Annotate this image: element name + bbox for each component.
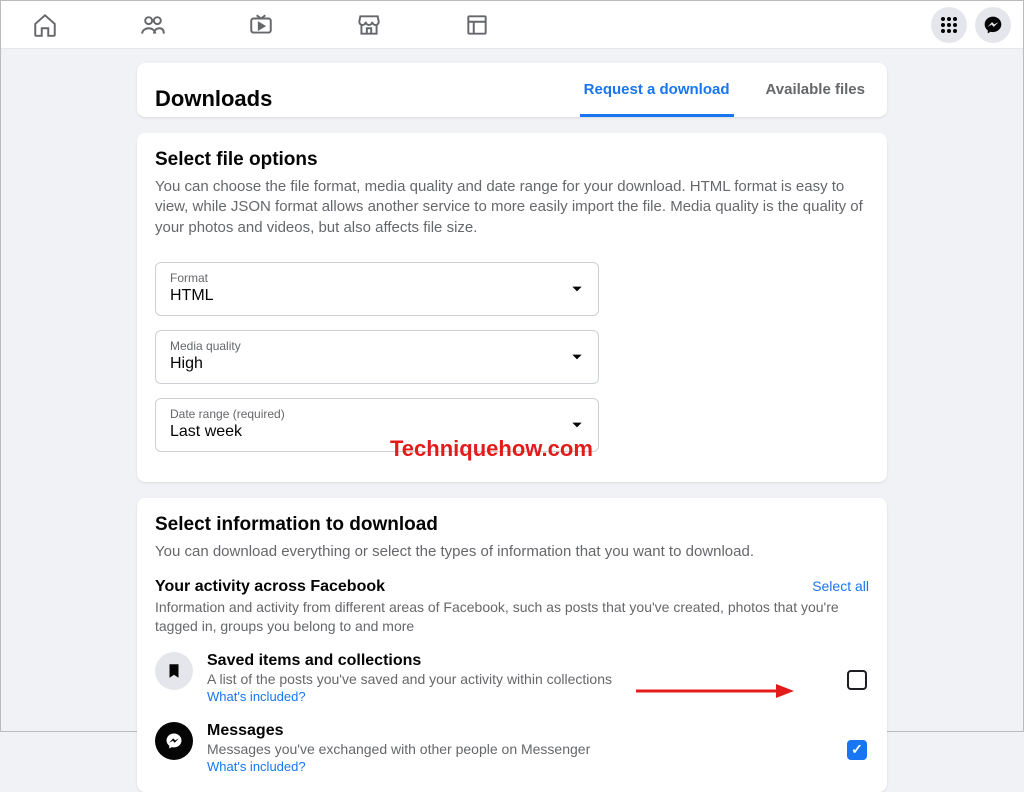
messages-checkbox[interactable]: ✓ [847, 740, 867, 760]
tab-available-files[interactable]: Available files [762, 81, 870, 117]
activity-title: Your activity across Facebook [155, 578, 869, 596]
saved-title: Saved items and collections [207, 652, 869, 670]
format-select[interactable]: Format HTML [155, 262, 599, 316]
watermark-text: Techniquehow.com [390, 436, 593, 462]
annotation-arrow-icon [634, 682, 794, 700]
messages-whats-included-link[interactable]: What's included? [207, 759, 306, 774]
file-options-card: Select file options You can choose the f… [137, 133, 887, 482]
messages-desc: Messages you've exchanged with other peo… [207, 741, 869, 757]
menu-icon[interactable] [931, 7, 967, 43]
header-card: Downloads Request a download Available f… [137, 63, 887, 117]
file-options-title: Select file options [155, 149, 869, 171]
friends-icon[interactable] [139, 11, 167, 39]
info-card: Select information to download You can d… [137, 498, 887, 792]
top-nav [1, 1, 1023, 49]
select-all-link[interactable]: Select all [812, 578, 869, 594]
nav-right [931, 7, 1011, 43]
home-icon[interactable] [31, 11, 59, 39]
nav-left [31, 11, 491, 39]
saved-whats-included-link[interactable]: What's included? [207, 689, 306, 704]
feeds-icon[interactable] [463, 11, 491, 39]
saved-checkbox[interactable] [847, 670, 867, 690]
messages-title: Messages [207, 722, 869, 740]
media-quality-select[interactable]: Media quality High [155, 330, 599, 384]
tabs: Request a download Available files [580, 81, 869, 117]
bookmark-icon [155, 652, 193, 690]
messages-row: Messages Messages you've exchanged with … [155, 722, 869, 776]
info-desc: You can download everything or select th… [155, 542, 869, 562]
messages-text: Messages Messages you've exchanged with … [207, 722, 869, 776]
chevron-down-icon [570, 418, 584, 432]
format-value: HTML [170, 287, 584, 305]
marketplace-icon[interactable] [355, 11, 383, 39]
quality-label: Media quality [170, 339, 584, 353]
file-options-desc: You can choose the file format, media qu… [155, 177, 869, 238]
info-title: Select information to download [155, 514, 869, 536]
messenger-icon [155, 722, 193, 760]
page-title: Downloads [155, 86, 272, 112]
chevron-down-icon [570, 282, 584, 296]
chevron-down-icon [570, 350, 584, 364]
messenger-icon[interactable] [975, 7, 1011, 43]
quality-value: High [170, 355, 584, 373]
activity-desc: Information and activity from different … [155, 598, 869, 636]
format-label: Format [170, 271, 584, 285]
check-icon: ✓ [851, 741, 863, 758]
range-label: Date range (required) [170, 407, 584, 421]
watch-icon[interactable] [247, 11, 275, 39]
tab-request-download[interactable]: Request a download [580, 81, 734, 117]
